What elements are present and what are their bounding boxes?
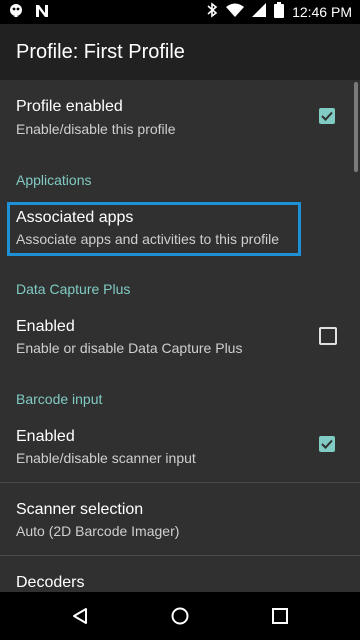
home-icon	[171, 607, 189, 625]
barcode-input-header: Barcode input	[16, 391, 103, 407]
barcode-enabled-checkbox[interactable]	[319, 436, 335, 452]
scanner-selection-title: Scanner selection	[16, 501, 144, 518]
n-app-icon	[34, 3, 50, 24]
signal-icon	[252, 2, 267, 22]
home-button[interactable]	[150, 592, 210, 640]
decoders-pref[interactable]: Decoders	[0, 556, 360, 592]
scanner-selection-summary: Auto (2D Barcode Imager)	[16, 523, 180, 539]
dcp-enabled-pref[interactable]: Enabled Enable or disable Data Capture P…	[0, 305, 360, 365]
check-icon	[321, 439, 333, 449]
data-capture-plus-header: Data Capture Plus	[16, 281, 131, 297]
dcp-enabled-checkbox[interactable]	[319, 327, 337, 345]
profile-enabled-checkbox[interactable]	[319, 108, 335, 124]
recents-icon	[272, 608, 288, 624]
barcode-enabled-summary: Enable/disable scanner input	[16, 450, 196, 466]
status-time: 12:46 PM	[292, 4, 352, 20]
profile-enabled-title: Profile enabled	[16, 98, 123, 115]
bluetooth-icon	[206, 1, 218, 23]
page-title: Profile: First Profile	[16, 41, 185, 63]
app-bar: Profile: First Profile	[0, 24, 360, 80]
profile-enabled-summary: Enable/disable this profile	[16, 121, 176, 137]
recents-button[interactable]	[250, 592, 310, 640]
dcp-enabled-summary: Enable or disable Data Capture Plus	[16, 340, 243, 356]
decoders-title: Decoders	[16, 574, 85, 591]
settings-list[interactable]: Profile enabled Enable/disable this prof…	[0, 80, 360, 592]
check-icon	[321, 111, 333, 121]
associated-apps-highlight	[7, 202, 301, 256]
navigation-bar	[0, 592, 360, 640]
barcode-enabled-pref[interactable]: Enabled Enable/disable scanner input	[0, 415, 360, 475]
status-bar: 12:46 PM	[0, 0, 360, 24]
back-button[interactable]	[50, 592, 110, 640]
notification-icon	[8, 3, 24, 24]
scrollbar[interactable]	[354, 82, 358, 172]
scanner-selection-pref[interactable]: Scanner selection Auto (2D Barcode Image…	[0, 483, 360, 555]
profile-enabled-pref[interactable]: Profile enabled Enable/disable this prof…	[0, 80, 360, 160]
battery-icon	[274, 1, 285, 23]
wifi-icon	[226, 3, 245, 22]
barcode-enabled-title: Enabled	[16, 428, 75, 445]
back-icon	[73, 608, 87, 624]
dcp-enabled-title: Enabled	[16, 318, 75, 335]
applications-header: Applications	[16, 172, 92, 188]
